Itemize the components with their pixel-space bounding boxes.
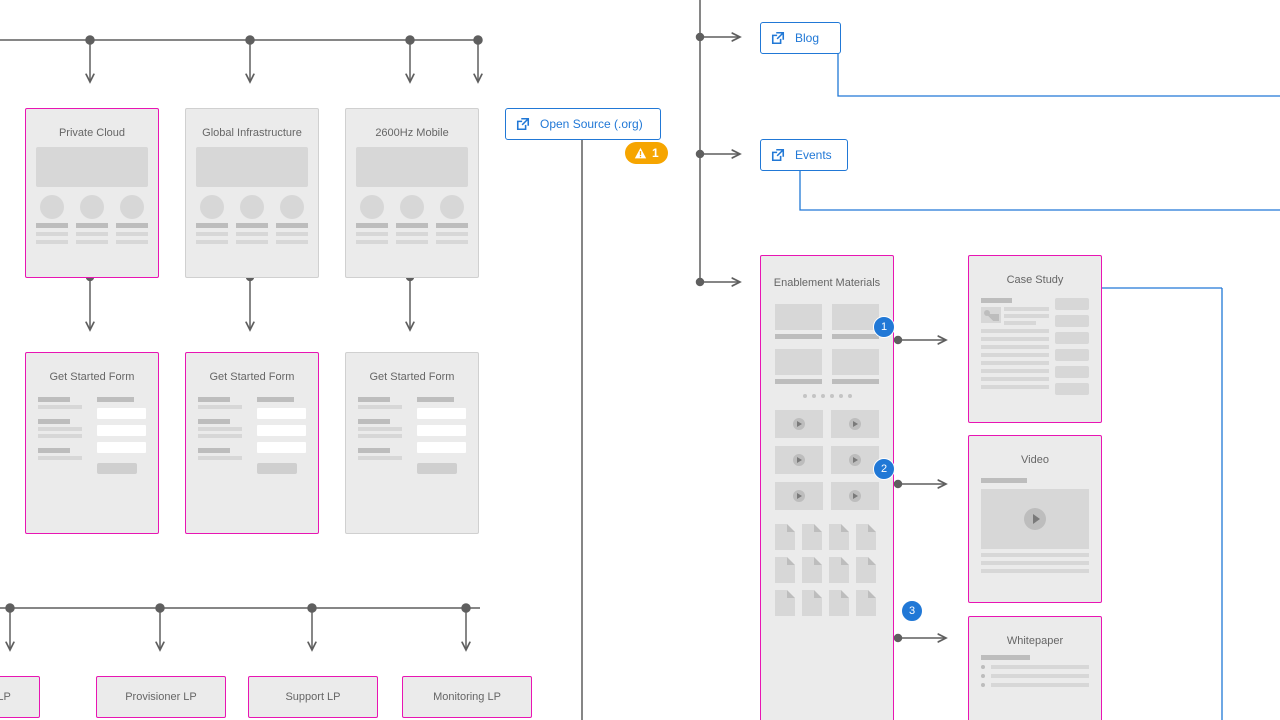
card-get-started-3[interactable]: Get Started Form xyxy=(345,352,479,534)
play-icon xyxy=(1024,508,1046,530)
card-2600hz-mobile[interactable]: 2600Hz Mobile xyxy=(345,108,479,278)
external-link-icon xyxy=(516,117,530,131)
play-icon xyxy=(849,418,861,430)
link-label: Blog xyxy=(795,31,819,45)
card-title: Video xyxy=(977,446,1093,474)
link-events[interactable]: Events xyxy=(760,139,848,171)
play-icon xyxy=(793,490,805,502)
card-global-infra[interactable]: Global Infrastructure xyxy=(185,108,319,278)
lp-support[interactable]: Support LP xyxy=(248,676,378,718)
card-video[interactable]: Video xyxy=(968,435,1102,603)
lp-provisioner[interactable]: Provisioner LP xyxy=(96,676,226,718)
card-title: Get Started Form xyxy=(354,363,470,391)
section-badge-2: 2 xyxy=(873,458,895,480)
card-enablement-materials[interactable]: Enablement Materials 1 2 3 xyxy=(760,255,894,720)
play-icon xyxy=(849,454,861,466)
card-title: Get Started Form xyxy=(34,363,150,391)
card-get-started-2[interactable]: Get Started Form xyxy=(185,352,319,534)
card-title: Private Cloud xyxy=(34,119,150,147)
card-get-started-1[interactable]: Get Started Form xyxy=(25,352,159,534)
card-title: Global Infrastructure xyxy=(194,119,310,147)
document-icon xyxy=(775,524,795,550)
sitemap-canvas[interactable]: Private Cloud Global Infrastructure 2600… xyxy=(0,0,1280,720)
link-blog[interactable]: Blog xyxy=(760,22,841,54)
section-badge-3: 3 xyxy=(901,600,923,622)
external-link-icon xyxy=(771,31,785,45)
play-icon xyxy=(793,454,805,466)
play-icon xyxy=(793,418,805,430)
lp-mngr[interactable]: Mngr LP xyxy=(0,676,40,718)
card-private-cloud[interactable]: Private Cloud xyxy=(25,108,159,278)
warning-icon xyxy=(634,147,647,160)
play-icon xyxy=(849,490,861,502)
hero-placeholder xyxy=(36,147,148,187)
card-whitepaper[interactable]: Whitepaper xyxy=(968,616,1102,720)
card-case-study[interactable]: Case Study xyxy=(968,255,1102,423)
card-title: 2600Hz Mobile xyxy=(354,119,470,147)
card-title: Case Study xyxy=(977,266,1093,294)
warning-badge[interactable]: 1 xyxy=(625,142,668,164)
image-placeholder-icon xyxy=(981,307,1001,323)
card-title: Whitepaper xyxy=(977,627,1093,655)
card-title: Enablement Materials xyxy=(769,266,885,300)
link-open-source[interactable]: Open Source (.org) xyxy=(505,108,661,140)
external-link-icon xyxy=(771,148,785,162)
lp-monitoring[interactable]: Monitoring LP xyxy=(402,676,532,718)
link-label: Open Source (.org) xyxy=(540,117,643,131)
warning-count: 1 xyxy=(652,146,659,160)
link-label: Events xyxy=(795,148,832,162)
section-badge-1: 1 xyxy=(873,316,895,338)
card-title: Get Started Form xyxy=(194,363,310,391)
